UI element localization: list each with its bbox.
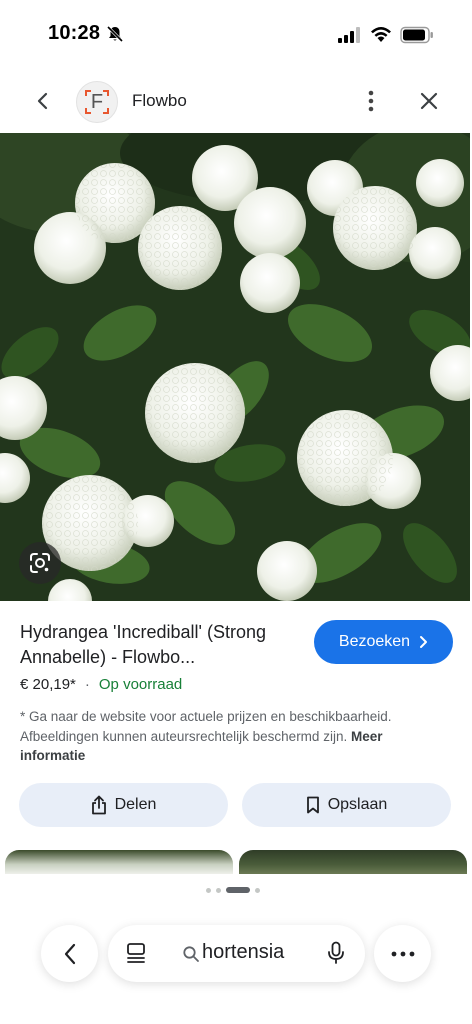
save-button-label: Opslaan	[327, 796, 388, 813]
site-logo-letter: F	[90, 90, 104, 113]
related-image-thumbnail[interactable]	[5, 850, 233, 874]
more-vertical-icon	[368, 90, 374, 112]
chevron-left-icon	[37, 92, 48, 110]
bell-off-icon	[106, 25, 124, 43]
more-horizontal-icon	[391, 951, 414, 956]
separator: ·	[84, 676, 90, 693]
site-logo[interactable]: F	[76, 81, 118, 123]
disclaimer-text: * Ga naar de website voor actuele prijze…	[20, 709, 392, 744]
page-indicator	[206, 886, 260, 894]
page-dot	[216, 887, 221, 893]
status-time: 10:28	[48, 22, 101, 44]
site-logo-mark: F	[85, 90, 109, 114]
battery-icon	[400, 26, 433, 44]
logo-corner	[85, 108, 91, 114]
bottom-more-button[interactable]	[374, 925, 431, 982]
search-query[interactable]: hortensia	[202, 941, 284, 964]
close-button[interactable]	[414, 86, 444, 116]
search-bar[interactable]: hortensia	[108, 925, 365, 982]
visit-button-label: Bezoeken	[338, 633, 411, 650]
related-image-thumbnail[interactable]	[239, 850, 467, 874]
chevron-right-icon	[420, 636, 428, 648]
chevron-left-icon	[64, 943, 75, 964]
save-button[interactable]: Opslaan	[242, 783, 451, 827]
lens-button[interactable]	[19, 542, 61, 584]
logo-corner	[103, 108, 109, 114]
site-name[interactable]: Flowbo	[132, 91, 187, 111]
close-icon	[420, 92, 438, 110]
availability-status: Op voorraad	[98, 676, 183, 693]
share-button[interactable]: Delen	[19, 783, 228, 827]
search-icon	[183, 946, 199, 962]
page-dot-active	[226, 887, 250, 893]
visit-button[interactable]: Bezoeken	[314, 620, 453, 664]
disclaimer: * Ga naar de website voor actuele prijze…	[20, 707, 420, 766]
wifi-icon	[371, 27, 391, 42]
tabs-icon	[127, 943, 145, 963]
bottom-back-button[interactable]	[41, 925, 98, 982]
site-header: F Flowbo	[0, 72, 472, 132]
share-button-label: Delen	[114, 796, 157, 813]
page-dot	[206, 887, 211, 893]
logo-corner	[85, 90, 91, 96]
hydrangea-photo	[0, 133, 470, 601]
status-bar: 10:28	[0, 0, 472, 70]
more-options-button[interactable]	[356, 86, 386, 116]
google-lens-icon	[30, 553, 50, 573]
logo-corner	[103, 90, 109, 96]
product-title[interactable]: Hydrangea 'Incrediball' (Strong Annabell…	[20, 620, 300, 670]
signal-icon	[338, 27, 360, 43]
price-row: € 20,19* · Op voorraad	[20, 676, 182, 693]
microphone-icon[interactable]	[326, 941, 346, 965]
bookmark-icon	[306, 796, 319, 814]
product-image[interactable]	[0, 133, 470, 601]
share-icon	[91, 795, 106, 815]
product-price: € 20,19*	[20, 676, 76, 693]
page-dot	[255, 887, 260, 893]
back-button[interactable]	[28, 86, 58, 116]
